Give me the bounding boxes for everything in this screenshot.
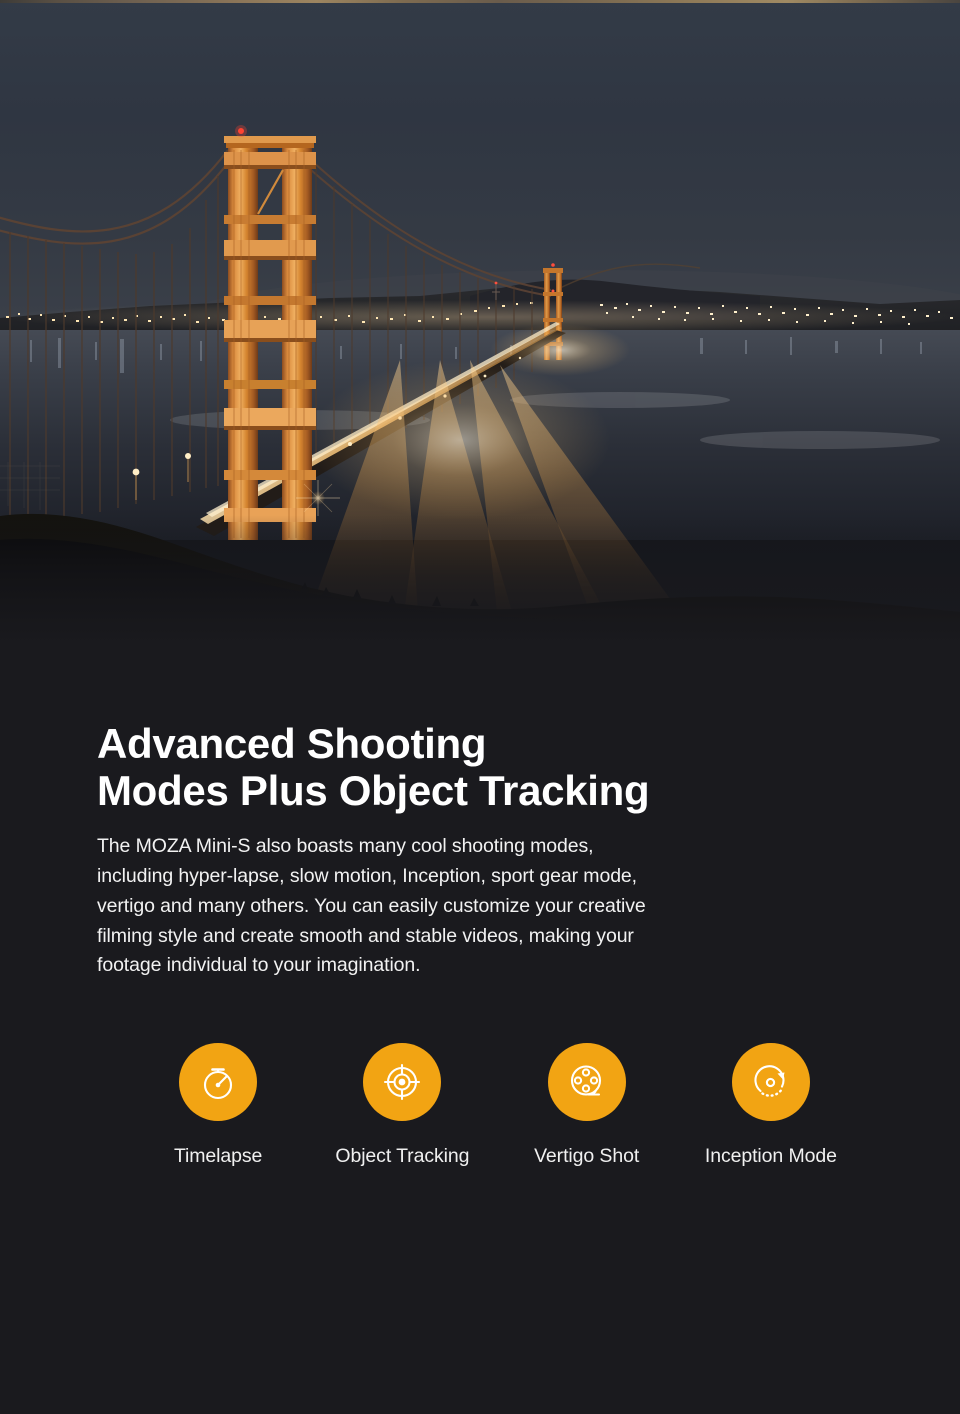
- feature-item-inception-mode[interactable]: Inception Mode: [679, 1043, 863, 1168]
- rotate-arrow-icon: [749, 1060, 793, 1104]
- promo-page: Advanced Shooting Modes Plus Object Trac…: [0, 0, 960, 1414]
- feature-label: Object Tracking: [335, 1145, 470, 1168]
- crosshair-target-icon: [380, 1060, 424, 1104]
- golden-gate-bridge-photo: [0, 0, 960, 645]
- page-title: Advanced Shooting Modes Plus Object Trac…: [97, 720, 650, 815]
- feature-item-vertigo-shot[interactable]: Vertigo Shot: [495, 1043, 679, 1168]
- stopwatch-icon: [196, 1060, 240, 1104]
- feature-list: Timelapse Object Tracking Vertigo Shot I…: [126, 1043, 863, 1168]
- feature-icon-badge: [547, 1043, 626, 1122]
- content-section: Advanced Shooting Modes Plus Object Trac…: [0, 645, 960, 1168]
- feature-item-timelapse[interactable]: Timelapse: [126, 1043, 310, 1168]
- feature-item-object-tracking[interactable]: Object Tracking: [310, 1043, 494, 1168]
- feature-label: Vertigo Shot: [534, 1145, 640, 1168]
- film-reel-icon: [565, 1060, 609, 1104]
- feature-label: Timelapse: [173, 1145, 263, 1168]
- feature-icon-badge: [363, 1043, 442, 1122]
- feature-icon-badge: [731, 1043, 810, 1122]
- description-paragraph: The MOZA Mini-S also boasts many cool sh…: [97, 835, 646, 977]
- feature-icon-badge: [179, 1043, 258, 1122]
- hero-image: [0, 0, 960, 645]
- photo-top-edge-strip: [0, 0, 960, 3]
- feature-label: Inception Mode: [704, 1145, 837, 1168]
